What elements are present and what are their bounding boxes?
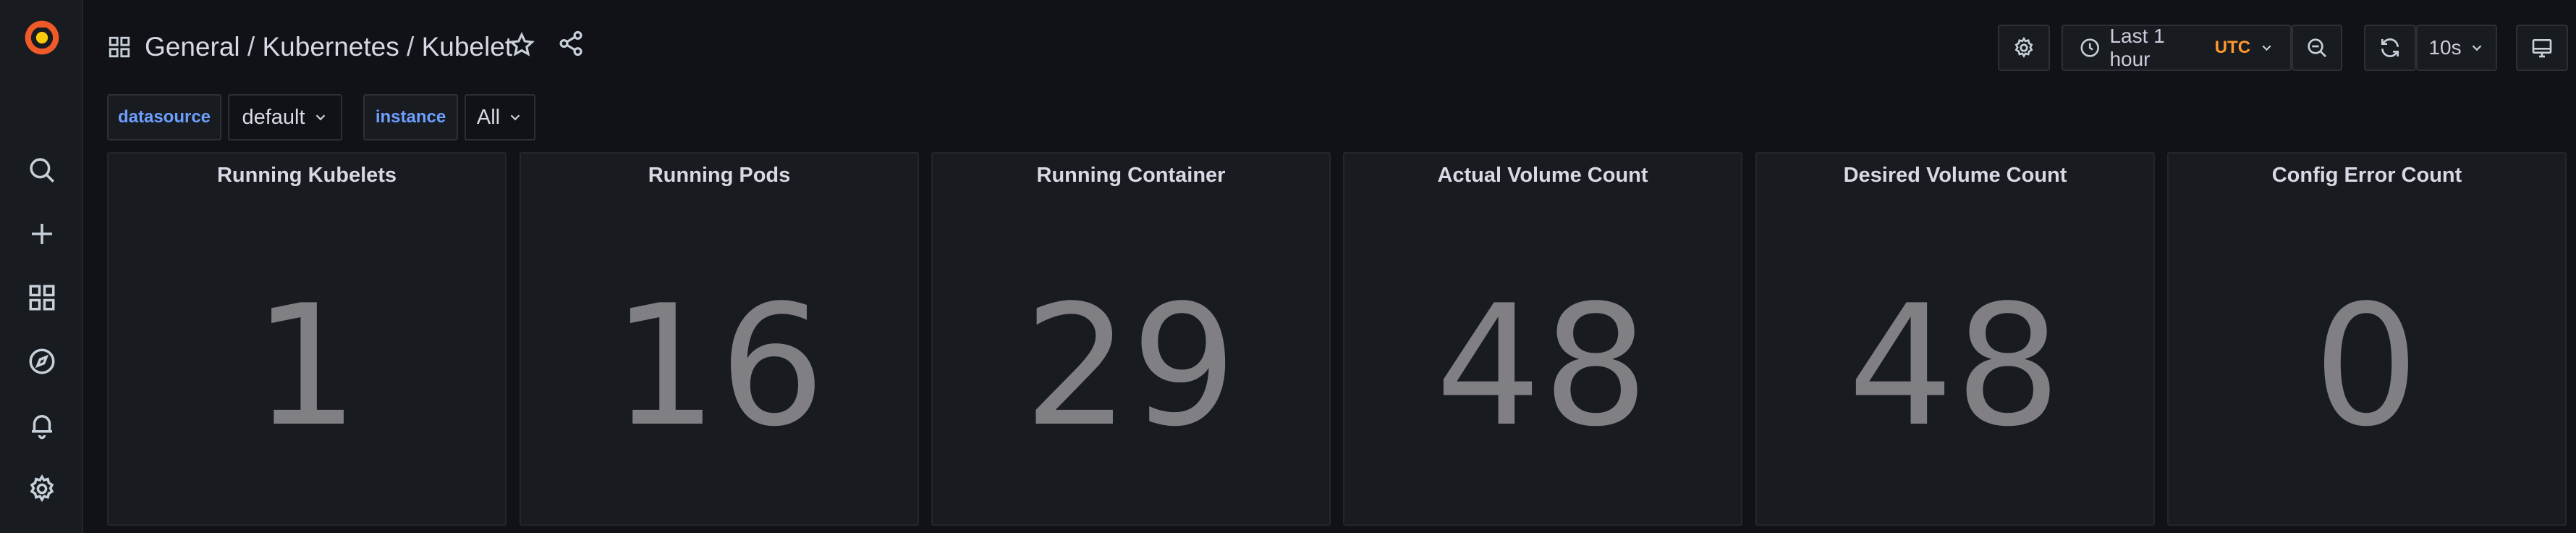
- stat-value: 29: [1023, 270, 1239, 463]
- tv-mode-button[interactable]: [2516, 25, 2568, 71]
- panel-title[interactable]: Desired Volume Count: [1757, 164, 2153, 188]
- variable-label-instance: instance: [363, 94, 458, 140]
- alerting-icon[interactable]: [0, 396, 83, 454]
- stat-panel[interactable]: Config Error Count 0: [2167, 152, 2567, 526]
- panel-title[interactable]: Running Container: [933, 164, 1329, 188]
- breadcrumb-separator: /: [240, 32, 263, 62]
- stat-panel[interactable]: Desired Volume Count 48: [1755, 152, 2155, 526]
- dashboards-icon[interactable]: [0, 269, 83, 327]
- grafana-app: General / Kubernetes / Kubelet Last 1 ho…: [0, 0, 2576, 533]
- breadcrumb-separator: /: [399, 32, 422, 62]
- sidebar: [0, 0, 83, 533]
- chevron-down-icon: [2262, 45, 2271, 51]
- settings-icon[interactable]: [0, 460, 83, 518]
- panel-title[interactable]: Actual Volume Count: [1344, 164, 1741, 188]
- refresh-interval-picker[interactable]: 10s: [2416, 25, 2497, 71]
- dashboard-settings-icon: [2014, 36, 2033, 58]
- panel-title[interactable]: Running Pods: [521, 164, 918, 188]
- stat-panel[interactable]: Running Kubelets 1: [107, 152, 507, 526]
- star-icon[interactable]: [506, 29, 538, 61]
- dashboard-grid-icon: [109, 36, 130, 58]
- tv-mode-icon: [2532, 39, 2552, 58]
- clock-icon: [2080, 38, 2099, 57]
- time-range-picker[interactable]: Last 1 hour UTC: [2062, 25, 2292, 71]
- time-range-label: Last 1 hour: [2109, 25, 2165, 70]
- stat-value: 0: [2313, 270, 2421, 463]
- stat-value: 16: [611, 270, 827, 463]
- stat-panel[interactable]: Running Pods 16: [520, 152, 919, 526]
- timezone-badge: UTC: [2214, 38, 2251, 57]
- chevron-down-icon: [315, 114, 325, 121]
- stat-value: 48: [1435, 270, 1651, 463]
- variable-select-instance[interactable]: All: [465, 94, 535, 140]
- zoom-out-button[interactable]: [2292, 25, 2342, 71]
- variable-value: default: [242, 105, 305, 129]
- stat-value: 48: [1847, 270, 2063, 463]
- panel-title[interactable]: Running Kubelets: [109, 164, 505, 188]
- chevron-down-icon: [510, 114, 520, 121]
- breadcrumb-dashboard[interactable]: Kubelet: [422, 32, 513, 62]
- search-icon[interactable]: [0, 141, 83, 199]
- stat-value: 1: [253, 270, 361, 463]
- variable-label-datasource: datasource: [107, 94, 221, 140]
- refresh-button[interactable]: [2364, 25, 2416, 71]
- plus-icon[interactable]: [0, 205, 83, 263]
- share-icon[interactable]: [555, 28, 587, 59]
- top-navbar: General / Kubernetes / Kubelet Last 1 ho…: [83, 0, 2576, 94]
- variable-value: All: [476, 105, 501, 129]
- chevron-down-icon: [2472, 45, 2481, 51]
- zoom-out-icon: [2308, 38, 2326, 57]
- breadcrumb-section[interactable]: Kubernetes: [262, 32, 399, 62]
- refresh-icon: [2381, 38, 2399, 57]
- breadcrumb-folder[interactable]: General: [145, 32, 240, 62]
- dashboard-settings-button[interactable]: [1998, 25, 2050, 71]
- grafana-logo[interactable]: [0, 9, 83, 67]
- breadcrumb: General / Kubernetes / Kubelet: [145, 29, 512, 65]
- stat-panel[interactable]: Actual Volume Count 48: [1343, 152, 1742, 526]
- stat-panel[interactable]: Running Container 29: [931, 152, 1331, 526]
- panel-title[interactable]: Config Error Count: [2169, 164, 2565, 188]
- explore-icon[interactable]: [0, 332, 83, 390]
- variable-select-datasource[interactable]: default: [228, 94, 342, 140]
- refresh-interval-label: 10s: [2428, 36, 2462, 59]
